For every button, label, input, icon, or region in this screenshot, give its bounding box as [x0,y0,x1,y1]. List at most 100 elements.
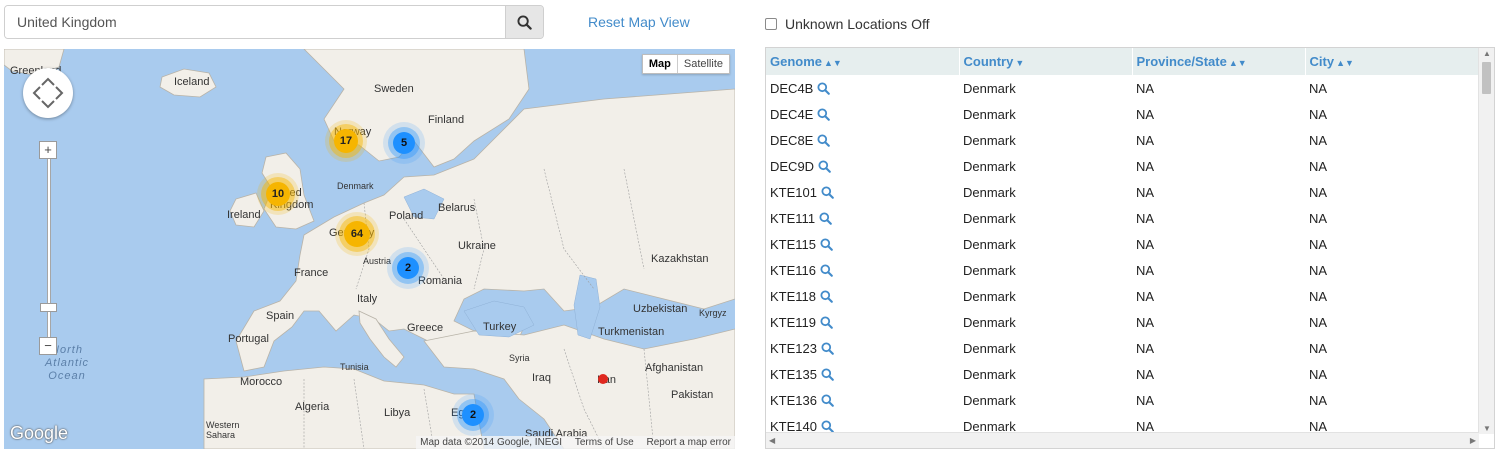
cell-text: NA [1136,80,1155,96]
table-row: KTE111 Denmark NA NA [766,205,1479,231]
cell-genome: KTE101 [766,179,959,205]
search-genome-icon[interactable] [821,341,834,355]
search-genome-icon[interactable] [821,367,834,381]
label-greece: Greece [407,322,444,334]
label-belarus: Belarus [438,202,476,214]
location-search-input[interactable] [5,6,505,38]
cell-text: NA [1136,366,1155,382]
cell-text: NA [1136,314,1155,330]
cell-province-state: NA [1132,257,1305,283]
cell-city: NA [1305,101,1479,127]
horizontal-scrollbar[interactable]: ◀ ▶ [766,432,1479,448]
cluster-germany[interactable]: 64 [344,221,370,247]
search-genome-icon[interactable] [817,81,831,95]
cell-country: Denmark [959,309,1132,335]
label-tunisia: Tunisia [340,362,369,372]
cell-text: NA [1309,184,1328,200]
scroll-up-arrow-icon[interactable]: ▲ [1483,49,1491,58]
scroll-down-arrow-icon[interactable]: ▼ [1483,424,1491,433]
zoom-slider-handle[interactable] [40,303,57,312]
search-genome-icon[interactable] [820,315,833,329]
label-romania: Romania [418,275,463,287]
unknown-locations-toggle[interactable]: Unknown Locations Off [765,16,930,32]
label-poland: Poland [389,210,424,222]
cell-province-state: NA [1132,231,1305,257]
column-header-city[interactable]: City ▲▼ [1305,48,1480,75]
table-row: KTE135 Denmark NA NA [766,361,1479,387]
search-genome-icon[interactable] [817,107,831,121]
cell-text: KTE101 [770,184,817,200]
vertical-scrollbar[interactable]: ▲ ▼ [1478,48,1494,434]
reset-map-view-link[interactable]: Reset Map View [588,14,690,30]
cell-text: Denmark [963,184,1016,200]
search-genome-icon[interactable] [821,185,834,199]
cell-text: Denmark [963,366,1016,382]
pan-control[interactable] [23,68,73,118]
search-genome-icon[interactable] [820,289,833,303]
cell-genome: KTE136 [766,387,959,413]
cluster-united-kingdom[interactable]: 10 [266,182,290,206]
scroll-right-arrow-icon[interactable]: ▶ [1470,436,1476,445]
search-genome-icon[interactable] [820,237,833,251]
search-genome-icon[interactable] [818,159,831,173]
cell-province-state: NA [1132,205,1305,231]
label-syria: Syria [509,353,530,363]
cell-province-state: NA [1132,75,1305,101]
search-genome-icon[interactable] [821,419,834,433]
cell-text: KTE118 [770,288,817,304]
location-marker[interactable] [598,374,608,384]
sort-both-icon: ▲▼ [1336,58,1354,68]
zoom-slider-track[interactable] [47,157,51,349]
column-header-country[interactable]: Country ▼ [959,48,1133,75]
vertical-scroll-thumb[interactable] [1482,62,1491,94]
report-map-error-link[interactable]: Report a map error [647,437,731,448]
cell-city: NA [1305,283,1479,309]
search-button[interactable] [505,6,543,38]
label-western-sahara: Western Sahara [206,420,240,440]
map-type-map-button[interactable]: Map [643,55,678,73]
table-row: KTE101 Denmark NA NA [766,179,1479,205]
label-kazakhstan: Kazakhstan [651,253,709,265]
cluster-egypt[interactable]: 2 [462,404,484,426]
cell-text: NA [1309,210,1328,226]
map-view[interactable]: Greenland Iceland Sweden Norway Finland … [4,49,735,449]
cell-text: Denmark [963,236,1016,252]
column-header-genome[interactable]: Genome ▲▼ [766,48,960,75]
search-genome-icon[interactable] [819,211,832,225]
cluster-sweden[interactable]: 5 [393,132,415,154]
cell-genome: DEC4B [766,75,959,101]
zoom-out-button[interactable]: − [39,337,57,355]
cell-country: Denmark [959,127,1132,153]
cluster-austria[interactable]: 2 [397,257,419,279]
label-finland: Finland [428,114,465,126]
label-uzbekistan: Uzbekistan [633,303,688,315]
label-libya: Libya [384,407,411,419]
column-header-province-state[interactable]: Province/State ▲▼ [1132,48,1306,75]
cell-city: NA [1305,335,1479,361]
cluster-norway[interactable]: 17 [334,129,358,153]
unknown-locations-checkbox[interactable] [765,18,777,30]
cell-text: NA [1136,106,1155,122]
search-genome-icon[interactable] [820,263,833,277]
search-genome-icon[interactable] [817,133,831,147]
table-row: KTE116 Denmark NA NA [766,257,1479,283]
cell-genome: KTE119 [766,309,959,335]
terms-of-use-link[interactable]: Terms of Use [575,437,634,448]
label-afghanistan: Afghanistan [645,362,704,374]
label-denmark: Denmark [337,181,374,191]
table-row: KTE119 Denmark NA NA [766,309,1479,335]
search-genome-icon[interactable] [821,393,834,407]
cell-text: NA [1136,184,1155,200]
label-pakistan: Pakistan [671,389,714,401]
label-turkey: Turkey [483,321,517,333]
cell-text: KTE135 [770,366,817,382]
label-iceland: Iceland [174,76,210,88]
label-sweden: Sweden [374,83,414,95]
label-ireland: Ireland [227,209,261,221]
cell-genome: KTE111 [766,205,959,231]
zoom-in-button[interactable]: + [39,141,57,159]
map-type-satellite-button[interactable]: Satellite [678,55,729,73]
search-box [4,5,544,39]
genome-table: Genome ▲▼ Country ▼ Province/State ▲▼ City ▲… [766,48,1480,439]
scroll-left-arrow-icon[interactable]: ◀ [769,436,775,445]
